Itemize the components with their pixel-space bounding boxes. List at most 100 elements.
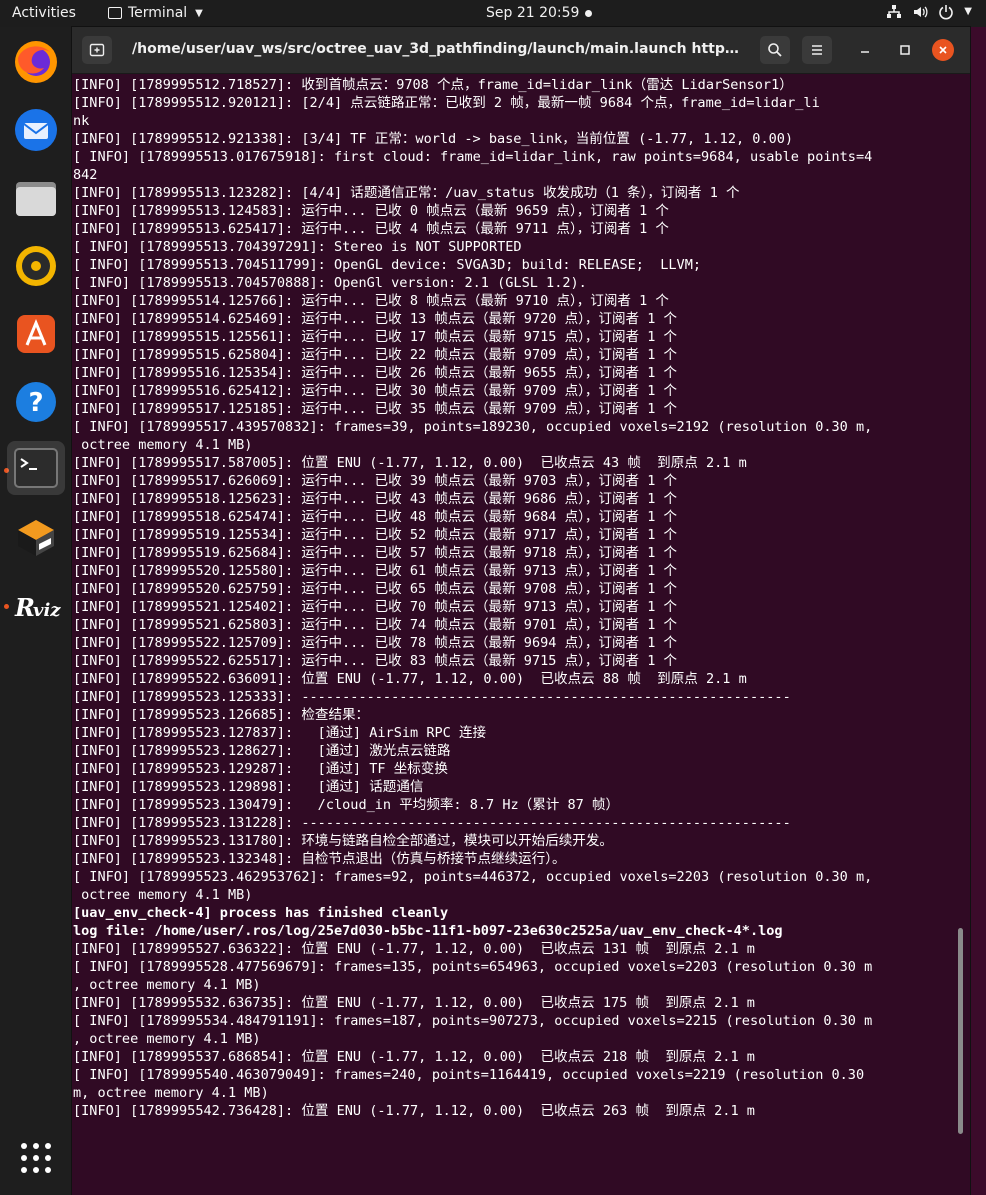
terminal-line: [INFO] [1789995523.131228]: ------------… — [73, 815, 791, 831]
thunderbird-icon — [15, 109, 57, 151]
terminal-line: [INFO] [1789995517.587005]: 位置 ENU (-1.7… — [73, 455, 747, 471]
terminal-line: [INFO] [1789995517.125185]: 运行中... 已收 35… — [73, 401, 678, 417]
terminal-line: [INFO] [1789995537.686854]: 位置 ENU (-1.7… — [73, 1049, 755, 1065]
dock-thunderbird[interactable] — [9, 103, 63, 157]
terminal-line: [INFO] [1789995523.126685]: 检查结果： — [73, 707, 370, 723]
volume-icon — [914, 6, 928, 18]
terminal-line: 842 — [73, 167, 98, 183]
terminal-line: [ INFO] [1789995513.704570888]: OpenGl v… — [73, 275, 587, 291]
terminal-app-icon — [108, 7, 122, 19]
close-icon — [939, 46, 947, 54]
terminal-line: [INFO] [1789995521.125402]: 运行中... 已收 70… — [73, 599, 678, 615]
terminal-text: [INFO] [1789995512.718527]: 收到首帧点云：9708 … — [73, 76, 959, 1120]
hamburger-menu-icon — [812, 45, 822, 55]
menu-button[interactable] — [802, 36, 832, 64]
dock-virtualbox[interactable] — [9, 511, 63, 565]
minimize-icon — [861, 51, 869, 53]
terminal-line: [INFO] [1789995519.125534]: 运行中... 已收 52… — [73, 527, 678, 543]
terminal-line: octree memory 4.1 MB) — [73, 437, 253, 453]
search-icon — [768, 43, 782, 57]
dock-firefox[interactable] — [9, 35, 63, 89]
terminal-line: [INFO] [1789995513.124583]: 运行中... 已收 0 … — [73, 203, 669, 219]
close-button[interactable] — [932, 39, 954, 61]
terminal-output[interactable]: [INFO] [1789995512.718527]: 收到首帧点云：9708 … — [72, 74, 970, 1195]
dock-terminal[interactable] — [7, 441, 65, 495]
terminal-line: [INFO] [1789995514.625469]: 运行中... 已收 13… — [73, 311, 678, 327]
terminal-line: [INFO] [1789995527.636322]: 位置 ENU (-1.7… — [73, 941, 755, 957]
rhythmbox-icon — [16, 246, 56, 286]
dock-files[interactable] — [9, 171, 63, 225]
terminal-line: [INFO] [1789995516.625412]: 运行中... 已收 30… — [73, 383, 678, 399]
terminal-line: [INFO] [1789995513.123282]: [4/4] 话题通信正常… — [73, 185, 740, 201]
svg-text:?: ? — [28, 388, 43, 418]
terminal-line: log file: /home/user/.ros/log/25e7d030-b… — [73, 923, 783, 939]
window-title: /home/user/uav_ws/src/octree_uav_3d_path… — [132, 41, 740, 57]
dock-rviz[interactable]: R viz — [9, 579, 63, 633]
terminal-line: [INFO] [1789995522.636091]: 位置 ENU (-1.7… — [73, 671, 747, 687]
activities-button[interactable]: Activities — [12, 5, 76, 21]
terminal-line: [INFO] [1789995520.625759]: 运行中... 已收 65… — [73, 581, 678, 597]
terminal-line: [ INFO] [1789995523.462953762]: frames=9… — [73, 869, 873, 885]
terminal-line: [INFO] [1789995532.636735]: 位置 ENU (-1.7… — [73, 995, 755, 1011]
dock-help[interactable]: ? — [9, 375, 63, 429]
terminal-line: [INFO] [1789995515.625804]: 运行中... 已收 22… — [73, 347, 678, 363]
new-tab-button[interactable] — [82, 36, 112, 64]
maximize-icon — [900, 45, 910, 55]
terminal-line: [INFO] [1789995518.625474]: 运行中... 已收 48… — [73, 509, 678, 525]
terminal-line: [INFO] [1789995523.132348]: 自检节点退出（仿真与桥接… — [73, 851, 566, 867]
files-icon — [16, 182, 56, 216]
rviz-icon: R viz — [14, 593, 61, 622]
header-bar: /home/user/uav_ws/src/octree_uav_3d_path… — [72, 27, 970, 74]
notification-dot-icon — [585, 10, 592, 17]
maximize-button[interactable] — [890, 36, 920, 64]
system-tray[interactable]: ▼ — [886, 4, 972, 20]
terminal-line: , octree memory 4.1 MB) — [73, 1031, 261, 1047]
terminal-line: [ INFO] [1789995513.704397291]: Stereo i… — [73, 239, 522, 255]
dock: ? R viz — [0, 27, 72, 1195]
app-menu-label: Terminal — [128, 5, 188, 21]
terminal-line: [INFO] [1789995523.130479]: /cloud_in 平均… — [73, 797, 620, 813]
terminal-line: [INFO] [1789995542.736428]: 位置 ENU (-1.7… — [73, 1103, 755, 1119]
caret-down-icon: ▼ — [964, 6, 972, 17]
app-menu[interactable]: Terminal ▼ — [108, 5, 203, 21]
terminal-line: [INFO] [1789995523.129898]: [通过] 话题通信 — [73, 779, 424, 795]
virtualbox-icon — [18, 520, 54, 556]
firefox-icon — [15, 41, 57, 83]
svg-text:viz: viz — [33, 600, 61, 621]
terminal-line: [uav_env_check-4] process has finished c… — [73, 905, 449, 921]
dock-software[interactable] — [9, 307, 63, 361]
svg-text:R: R — [14, 593, 35, 622]
terminal-line: [INFO] [1789995512.921338]: [3/4] TF 正常：… — [73, 131, 794, 147]
top-bar: Activities Terminal ▼ Sep 21 20:59 ▼ — [0, 0, 986, 27]
clock[interactable]: Sep 21 20:59 — [486, 5, 579, 21]
terminal-line: [INFO] [1789995522.125709]: 运行中... 已收 78… — [73, 635, 678, 651]
terminal-line: , octree memory 4.1 MB) — [73, 977, 261, 993]
terminal-line: [INFO] [1789995513.625417]: 运行中... 已收 4 … — [73, 221, 669, 237]
terminal-line: [INFO] [1789995512.718527]: 收到首帧点云：9708 … — [73, 77, 793, 93]
new-tab-icon — [89, 43, 105, 57]
caret-down-icon: ▼ — [195, 7, 203, 19]
terminal-line: [INFO] [1789995523.125333]: ------------… — [73, 689, 791, 705]
terminal-line: [INFO] [1789995523.131780]: 环境与链路自检全部通过，… — [73, 833, 613, 849]
terminal-line: [INFO] [1789995523.129287]: [通过] TF 坐标变换 — [73, 761, 448, 777]
terminal-line: [INFO] [1789995521.625803]: 运行中... 已收 74… — [73, 617, 678, 633]
show-applications-button[interactable] — [9, 1131, 63, 1185]
terminal-line: [ INFO] [1789995513.704511799]: OpenGL d… — [73, 257, 702, 273]
terminal-line: [INFO] [1789995522.625517]: 运行中... 已收 83… — [73, 653, 678, 669]
show-applications-icon — [21, 1143, 51, 1173]
search-button[interactable] — [760, 36, 790, 64]
terminal-line: [INFO] [1789995517.626069]: 运行中... 已收 39… — [73, 473, 678, 489]
terminal-line: [ INFO] [1789995534.484791191]: frames=1… — [73, 1013, 873, 1029]
terminal-line: [INFO] [1789995523.127837]: [通过] AirSim … — [73, 725, 487, 741]
terminal-line: m, octree memory 4.1 MB) — [73, 1085, 269, 1101]
terminal-line: [INFO] [1789995518.125623]: 运行中... 已收 43… — [73, 491, 678, 507]
terminal-line: nk — [73, 113, 90, 129]
terminal-line: [INFO] [1789995514.125766]: 运行中... 已收 8 … — [73, 293, 669, 309]
dock-rhythmbox[interactable] — [9, 239, 63, 293]
terminal-icon — [14, 448, 58, 488]
terminal-line: [ INFO] [1789995540.463079049]: frames=2… — [73, 1067, 865, 1083]
terminal-line: [INFO] [1789995516.125354]: 运行中... 已收 26… — [73, 365, 678, 381]
scrollbar[interactable] — [958, 928, 963, 1134]
minimize-button[interactable] — [850, 36, 880, 64]
terminal-line: [ INFO] [1789995517.439570832]: frames=3… — [73, 419, 873, 435]
